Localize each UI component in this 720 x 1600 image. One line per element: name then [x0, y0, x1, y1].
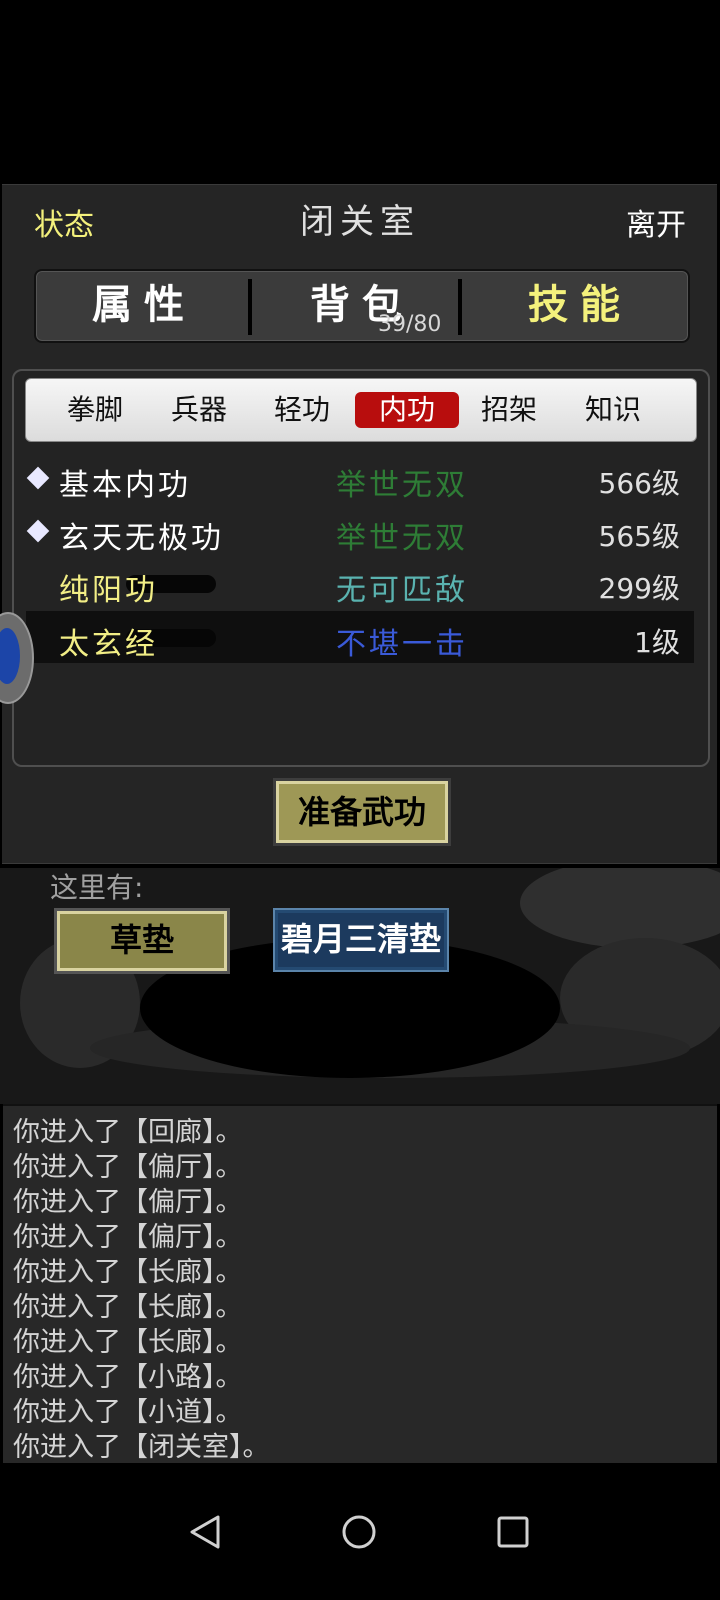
bag-count: 39/80: [378, 312, 442, 337]
skill-level: 299级: [598, 572, 680, 605]
subtab-lightness[interactable]: 轻功: [250, 392, 354, 428]
log-line: 你进入了【小路】。: [13, 1362, 243, 1393]
home-icon[interactable]: [341, 1514, 377, 1550]
skill-level: 565级: [598, 520, 680, 553]
item-straw-mat-button[interactable]: 草垫: [54, 908, 230, 974]
skill-level: 1级: [634, 626, 680, 659]
skill-rank: 无可匹敌: [336, 573, 468, 608]
main-tab-bar: 属性 背包 技能: [34, 269, 690, 343]
subtab-fist[interactable]: 拳脚: [43, 392, 147, 428]
skill-name: 纯阳功: [59, 573, 158, 608]
log-line: 你进入了【长廊】。: [13, 1257, 243, 1288]
skill-row[interactable]: 玄天无极功 举世无双 565级: [26, 505, 694, 557]
leave-link[interactable]: 离开: [626, 200, 686, 244]
tab-divider: [248, 279, 252, 335]
log-line: 你进入了【偏厅】。: [13, 1222, 243, 1253]
equipped-diamond-icon: [26, 519, 50, 543]
log-line: 你进入了【长廊】。: [13, 1292, 243, 1323]
system-nav-bar: [0, 1470, 720, 1600]
room-title: 闭关室: [300, 202, 420, 242]
subtab-internal[interactable]: 内功: [355, 392, 459, 428]
skill-name: 太玄经: [59, 627, 158, 662]
log-line: 你进入了【长廊】。: [13, 1327, 243, 1358]
skill-level: 566级: [598, 467, 680, 500]
skill-name: 玄天无极功: [59, 521, 224, 556]
subtab-weapon[interactable]: 兵器: [147, 392, 251, 428]
cloud-shape: [520, 868, 720, 948]
skill-row[interactable]: 纯阳功 无可匹敌 299级: [26, 557, 694, 609]
skill-rank: 不堪一击: [336, 627, 468, 662]
recents-icon[interactable]: [496, 1515, 530, 1549]
log-line: 你进入了【闭关室】。: [13, 1432, 270, 1463]
item-jade-moon-mat-button[interactable]: 碧月三清垫: [273, 908, 449, 972]
skill-row-selected[interactable]: 太玄经 不堪一击 1级: [26, 611, 694, 663]
log-line: 你进入了【偏厅】。: [13, 1152, 243, 1183]
tab-divider: [458, 279, 462, 335]
tab-attributes[interactable]: 属性: [36, 271, 252, 341]
log-line: 你进入了【小道】。: [13, 1397, 243, 1428]
skill-category-tabs: 拳脚 兵器 轻功 内功 招架 知识: [25, 378, 697, 442]
log-line: 你进入了【回廊】。: [13, 1117, 243, 1148]
log-line: 你进入了【偏厅】。: [13, 1187, 243, 1218]
subtab-knowledge[interactable]: 知识: [561, 392, 665, 428]
prepare-skill-button[interactable]: 准备武功: [273, 778, 451, 846]
subtab-parry[interactable]: 招架: [457, 392, 561, 428]
skill-name: 基本内功: [59, 468, 191, 503]
here-label: 这里有:: [50, 871, 144, 904]
equipped-diamond-icon: [26, 466, 50, 490]
back-icon[interactable]: [188, 1514, 222, 1550]
skill-row[interactable]: 基本内功 举世无双 566级: [26, 452, 694, 504]
skill-rank: 举世无双: [336, 521, 468, 556]
message-log: 你进入了【回廊】。 你进入了【偏厅】。 你进入了【偏厅】。 你进入了【偏厅】。 …: [3, 1104, 717, 1463]
skill-rank: 举世无双: [336, 468, 468, 503]
tab-skills[interactable]: 技能: [472, 271, 688, 341]
